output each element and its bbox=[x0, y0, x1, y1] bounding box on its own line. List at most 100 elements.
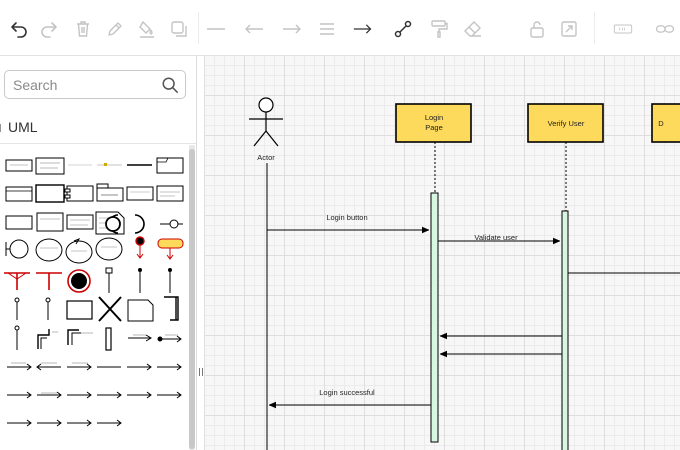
shape-timeline-1[interactable] bbox=[14, 297, 20, 320]
sidebar-scrollbar[interactable] bbox=[189, 145, 195, 450]
chevron-down-icon bbox=[0, 124, 1, 132]
fit-page-button[interactable] bbox=[556, 16, 582, 42]
shape-message-12[interactable] bbox=[157, 391, 182, 399]
participant-login-page[interactable]: Login Page bbox=[395, 103, 472, 143]
shape-state-red[interactable] bbox=[157, 238, 184, 260]
actor-head bbox=[258, 97, 274, 113]
shape-lifeline-object[interactable] bbox=[95, 237, 123, 261]
shape-message-7[interactable] bbox=[7, 391, 32, 399]
undo-button[interactable] bbox=[6, 16, 32, 42]
shape-activation-lifeline[interactable] bbox=[105, 267, 113, 293]
shape-destroy-lifeline[interactable] bbox=[138, 268, 142, 294]
participant-label-line1: D bbox=[658, 119, 664, 128]
delete-button[interactable] bbox=[70, 16, 96, 42]
participant-third[interactable]: D bbox=[651, 103, 680, 143]
panel-splitter[interactable] bbox=[197, 56, 205, 450]
uml-section-header[interactable]: UML bbox=[0, 112, 196, 144]
shape-enum[interactable] bbox=[156, 185, 184, 202]
delete-icon bbox=[77, 21, 89, 37]
shape-message-11[interactable] bbox=[127, 391, 152, 399]
search-input[interactable] bbox=[13, 75, 153, 95]
shape-frame[interactable] bbox=[156, 157, 184, 174]
message-login-successful[interactable]: Login successful bbox=[269, 388, 431, 405]
edit-style-button[interactable] bbox=[102, 16, 128, 42]
search-icon[interactable] bbox=[161, 76, 179, 94]
shape-component[interactable] bbox=[64, 185, 94, 202]
waypoint-button[interactable] bbox=[390, 16, 416, 42]
shape-message-2[interactable] bbox=[36, 362, 61, 371]
shape-class-bold[interactable] bbox=[35, 184, 65, 203]
shape-self-call[interactable] bbox=[37, 329, 58, 349]
shape-instance[interactable] bbox=[35, 157, 65, 175]
participant-verify-user[interactable]: Verify User bbox=[527, 103, 604, 143]
diagram-canvas[interactable]: Actor Login Page Verify User D Login but… bbox=[205, 56, 680, 450]
shape-bracket[interactable] bbox=[164, 296, 179, 321]
shape-message-6[interactable] bbox=[157, 363, 182, 371]
shape-page[interactable] bbox=[66, 300, 93, 320]
shape-timeline-3[interactable] bbox=[14, 325, 20, 350]
fill-color-icon bbox=[139, 20, 154, 38]
shape-message-8[interactable] bbox=[37, 391, 62, 399]
shape-folded-page[interactable] bbox=[127, 299, 154, 322]
shape-class[interactable] bbox=[5, 186, 33, 202]
shape-timeline-2[interactable] bbox=[45, 297, 51, 320]
actor[interactable]: Actor bbox=[249, 97, 283, 162]
fill-color-button[interactable] bbox=[134, 16, 160, 42]
shape-combined-fragment[interactable] bbox=[67, 329, 93, 345]
shape-message-3[interactable] bbox=[67, 362, 92, 371]
line-double-icon bbox=[320, 23, 334, 35]
line-double-button[interactable] bbox=[314, 16, 340, 42]
shape-final-state[interactable] bbox=[67, 269, 91, 293]
shape-message-1[interactable] bbox=[7, 362, 32, 371]
shape-message-13[interactable] bbox=[7, 419, 32, 427]
shape-message-9[interactable] bbox=[67, 391, 92, 399]
message-login-button[interactable]: Login button bbox=[267, 213, 429, 230]
line-straight-button[interactable] bbox=[202, 16, 230, 42]
shadow-icon bbox=[171, 21, 187, 37]
shape-vertical-line[interactable] bbox=[168, 268, 172, 294]
shape-entity-object[interactable] bbox=[35, 238, 63, 262]
shape-package[interactable] bbox=[96, 183, 124, 202]
zoom-icon bbox=[613, 24, 633, 34]
unlock-button[interactable] bbox=[524, 16, 550, 42]
shape-message-15[interactable] bbox=[67, 419, 92, 427]
arrow-left-button[interactable] bbox=[240, 16, 268, 42]
toolbar-divider bbox=[594, 12, 595, 44]
shape-collaboration[interactable] bbox=[36, 212, 64, 232]
shape-join-red[interactable] bbox=[36, 272, 62, 290]
shape-boundary[interactable] bbox=[5, 239, 29, 259]
zoom-button[interactable] bbox=[606, 16, 640, 42]
splitter-grip-icon[interactable] bbox=[199, 368, 203, 376]
shape-object[interactable] bbox=[5, 159, 33, 172]
uml-shape-palette bbox=[0, 145, 188, 450]
shape-message-16[interactable] bbox=[97, 419, 122, 427]
shape-message-10[interactable] bbox=[97, 391, 122, 399]
shape-thin-rect[interactable] bbox=[105, 327, 112, 351]
activation-bar-login[interactable] bbox=[430, 192, 439, 443]
shape-state[interactable] bbox=[5, 215, 33, 230]
shape-message-5[interactable] bbox=[127, 363, 152, 371]
shape-arc[interactable] bbox=[134, 214, 145, 234]
shape-cross-destroy[interactable] bbox=[98, 296, 122, 322]
connector-arrow-button[interactable] bbox=[348, 16, 378, 42]
shape-text-label[interactable] bbox=[97, 163, 122, 166]
shape-lollipop[interactable] bbox=[160, 219, 183, 229]
shape-interface[interactable] bbox=[126, 186, 154, 201]
sidebar-scrollbar-thumb[interactable] bbox=[189, 149, 195, 449]
arrow-right-button[interactable] bbox=[278, 16, 306, 42]
shape-sync-message[interactable] bbox=[157, 334, 182, 343]
sequence-diagram: Actor Login Page Verify User D Login but… bbox=[249, 97, 680, 450]
message-validate-user[interactable]: Validate user bbox=[438, 233, 560, 242]
shape-initial-state-red[interactable] bbox=[135, 236, 145, 259]
format-painter-button[interactable] bbox=[426, 16, 452, 42]
redo-button[interactable] bbox=[36, 16, 62, 42]
activation-bar-verify[interactable] bbox=[561, 210, 569, 450]
shape-fork-red[interactable] bbox=[4, 272, 30, 290]
shape-node[interactable] bbox=[66, 214, 94, 230]
shape-async-message[interactable] bbox=[128, 334, 152, 342]
shape-message-14[interactable] bbox=[37, 419, 62, 427]
link-button[interactable] bbox=[650, 16, 680, 42]
shadow-button[interactable] bbox=[166, 16, 192, 42]
shape-control-object[interactable] bbox=[65, 237, 93, 264]
eraser-button[interactable] bbox=[460, 16, 486, 42]
